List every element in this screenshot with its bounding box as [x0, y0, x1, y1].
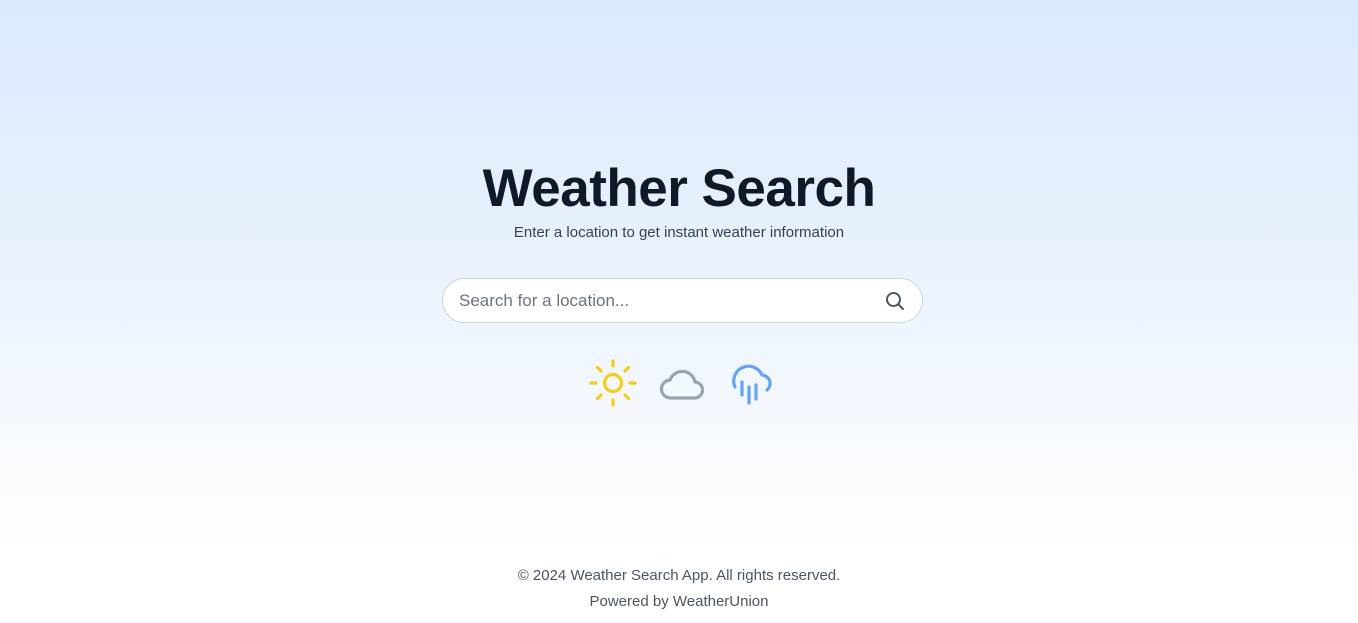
search-input[interactable] [459, 279, 879, 322]
search-button[interactable] [883, 289, 907, 313]
footer: © 2024 Weather Search App. All rights re… [0, 547, 1358, 623]
rain-cloud-icon [726, 358, 776, 408]
footer-copyright: © 2024 Weather Search App. All rights re… [517, 567, 841, 584]
hero-section: Weather Search Enter a location to get i… [0, 0, 1358, 547]
page-title: Weather Search [482, 159, 876, 218]
sun-icon [587, 358, 637, 408]
search-icon [886, 292, 904, 310]
page-subtitle: Enter a location to get instant weather … [513, 224, 845, 241]
footer-powered-by: Powered by WeatherUnion [589, 593, 769, 610]
cloud-icon [657, 358, 707, 408]
search-bar [442, 278, 923, 323]
weather-icons [587, 358, 779, 408]
